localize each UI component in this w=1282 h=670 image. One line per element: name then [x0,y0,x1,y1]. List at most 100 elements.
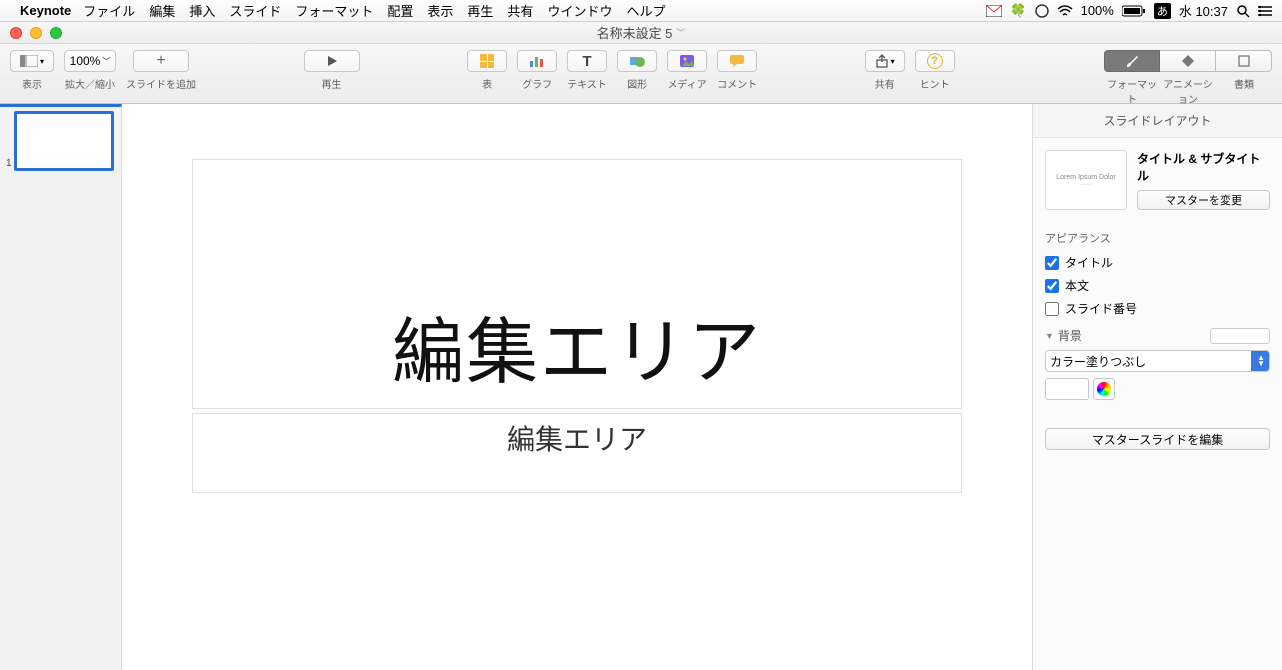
shape-label: 図形 [627,76,647,91]
format-label: フォーマット [1104,76,1160,106]
text-label: テキスト [567,76,607,91]
text-button[interactable]: T [567,50,607,72]
color-wheel-icon [1097,382,1111,396]
slide-number: 1 [6,158,12,169]
wifi-icon[interactable] [1057,5,1073,17]
slide-thumbnail-1[interactable]: 1 [4,111,117,171]
document-title-text: 名称未設定 5 [597,23,673,42]
chevron-down-icon: ﹀ [676,26,685,39]
table-label: 表 [482,76,492,91]
background-heading: 背景 [1058,327,1082,344]
gmail-icon[interactable] [986,5,1002,17]
menubar: Keynote ファイル 編集 挿入 スライド フォーマット 配置 表示 再生 … [0,0,1282,22]
menu-share[interactable]: 共有 [507,1,533,20]
play-button[interactable] [304,50,360,72]
title-placeholder[interactable]: 編集エリア [192,159,962,409]
notification-center-icon[interactable] [1258,5,1272,17]
slide[interactable]: 編集エリア 編集エリア [191,158,963,592]
toolbar: ▾ 表示 100% ﹀ 拡大／縮小 + スライドを追加 再生 表 グラフ [0,44,1282,104]
battery-icon[interactable] [1122,5,1146,17]
play-icon [326,55,338,67]
edit-master-button[interactable]: マスタースライドを編集 [1045,428,1270,450]
ime-indicator[interactable]: あ [1154,3,1171,19]
comment-button[interactable] [717,50,757,72]
menu-view[interactable]: 表示 [427,1,453,20]
tab-format[interactable] [1104,50,1160,72]
menu-edit[interactable]: 編集 [149,1,175,20]
tab-document[interactable] [1216,50,1272,72]
document-label: 書類 [1216,76,1272,106]
subtitle-placeholder[interactable]: 編集エリア [192,413,962,493]
window-controls [0,27,62,39]
comment-label: コメント [717,76,757,91]
checkbox-title-input[interactable] [1045,256,1059,270]
menu-help[interactable]: ヘルプ [626,1,665,20]
inspector-panel: スライドレイアウト Lorem Ipsum Dolor ——— タイトル & サ… [1032,104,1282,670]
tips-button[interactable]: ? [915,50,955,72]
background-swatch-small[interactable] [1210,328,1270,344]
checkbox-slidenum[interactable]: スライド番号 [1045,300,1270,317]
plus-icon: + [156,52,165,70]
titlebar: 名称未設定 5 ﹀ [0,22,1282,44]
share-button[interactable]: ▾ [865,50,905,72]
tips-icon: ? [927,53,943,69]
color-wheel-button[interactable] [1093,378,1115,400]
title-text: 編集エリア [392,293,762,398]
checkbox-body-input[interactable] [1045,279,1059,293]
text-icon: T [583,53,592,70]
checkbox-slidenum-input[interactable] [1045,302,1059,316]
main-area: 1 編集エリア 編集エリア スライドレイアウト Lorem Ipsum Dolo… [0,104,1282,670]
shape-icon [629,54,645,68]
zoom-button[interactable]: 100% ﹀ [64,50,116,72]
play-label: 再生 [322,76,342,91]
canvas[interactable]: 編集エリア 編集エリア [122,104,1032,670]
comment-icon [729,54,745,68]
chart-label: グラフ [522,76,552,91]
subtitle-text: 編集エリア [507,418,647,458]
dropbox-icon[interactable] [1035,4,1049,18]
tab-animate[interactable] [1160,50,1216,72]
shape-button[interactable] [617,50,657,72]
status-icon-1[interactable]: 🍀 [1010,3,1026,19]
menu-slide[interactable]: スライド [229,1,281,20]
app-name[interactable]: Keynote [20,3,71,18]
disclosure-triangle-icon[interactable]: ▼ [1045,331,1054,341]
zoom-label: 拡大／縮小 [65,76,115,91]
add-slide-button[interactable]: + [133,50,189,72]
inspector-header: スライドレイアウト [1033,104,1282,138]
diamond-icon [1180,54,1196,68]
appearance-heading: アピアランス [1045,230,1270,246]
color-well[interactable] [1045,378,1089,400]
table-icon [480,54,494,68]
view-button[interactable]: ▾ [10,50,54,72]
add-slide-label: スライドを追加 [126,76,196,91]
battery-percent[interactable]: 100% [1081,3,1114,18]
change-master-button[interactable]: マスターを変更 [1137,190,1270,210]
menu-arrange[interactable]: 配置 [387,1,413,20]
minimize-button[interactable] [30,27,42,39]
chart-icon [529,54,545,68]
table-button[interactable] [467,50,507,72]
menu-format[interactable]: フォーマット [295,1,373,20]
slide-navigator[interactable]: 1 [0,104,122,670]
spotlight-icon[interactable] [1236,4,1250,18]
share-label: 共有 [875,76,895,91]
fill-type-select[interactable]: カラー塗りつぶし ▲▼ [1045,350,1270,372]
menu-file[interactable]: ファイル [83,1,135,20]
tips-label: ヒント [920,76,950,91]
menu-play[interactable]: 再生 [467,1,493,20]
layout-name: タイトル & サブタイトル [1137,150,1270,184]
checkbox-body[interactable]: 本文 [1045,277,1270,294]
menu-window[interactable]: ウインドウ [547,1,612,20]
media-button[interactable] [667,50,707,72]
menu-insert[interactable]: 挿入 [189,1,215,20]
document-title[interactable]: 名称未設定 5 ﹀ [597,23,686,42]
zoom-button[interactable] [50,27,62,39]
checkbox-title[interactable]: タイトル [1045,254,1270,271]
close-button[interactable] [10,27,22,39]
clock[interactable]: 水 10:37 [1179,1,1228,20]
view-label: 表示 [22,76,42,91]
slide-thumb-image [14,111,114,171]
chart-button[interactable] [517,50,557,72]
brush-icon [1124,54,1140,68]
